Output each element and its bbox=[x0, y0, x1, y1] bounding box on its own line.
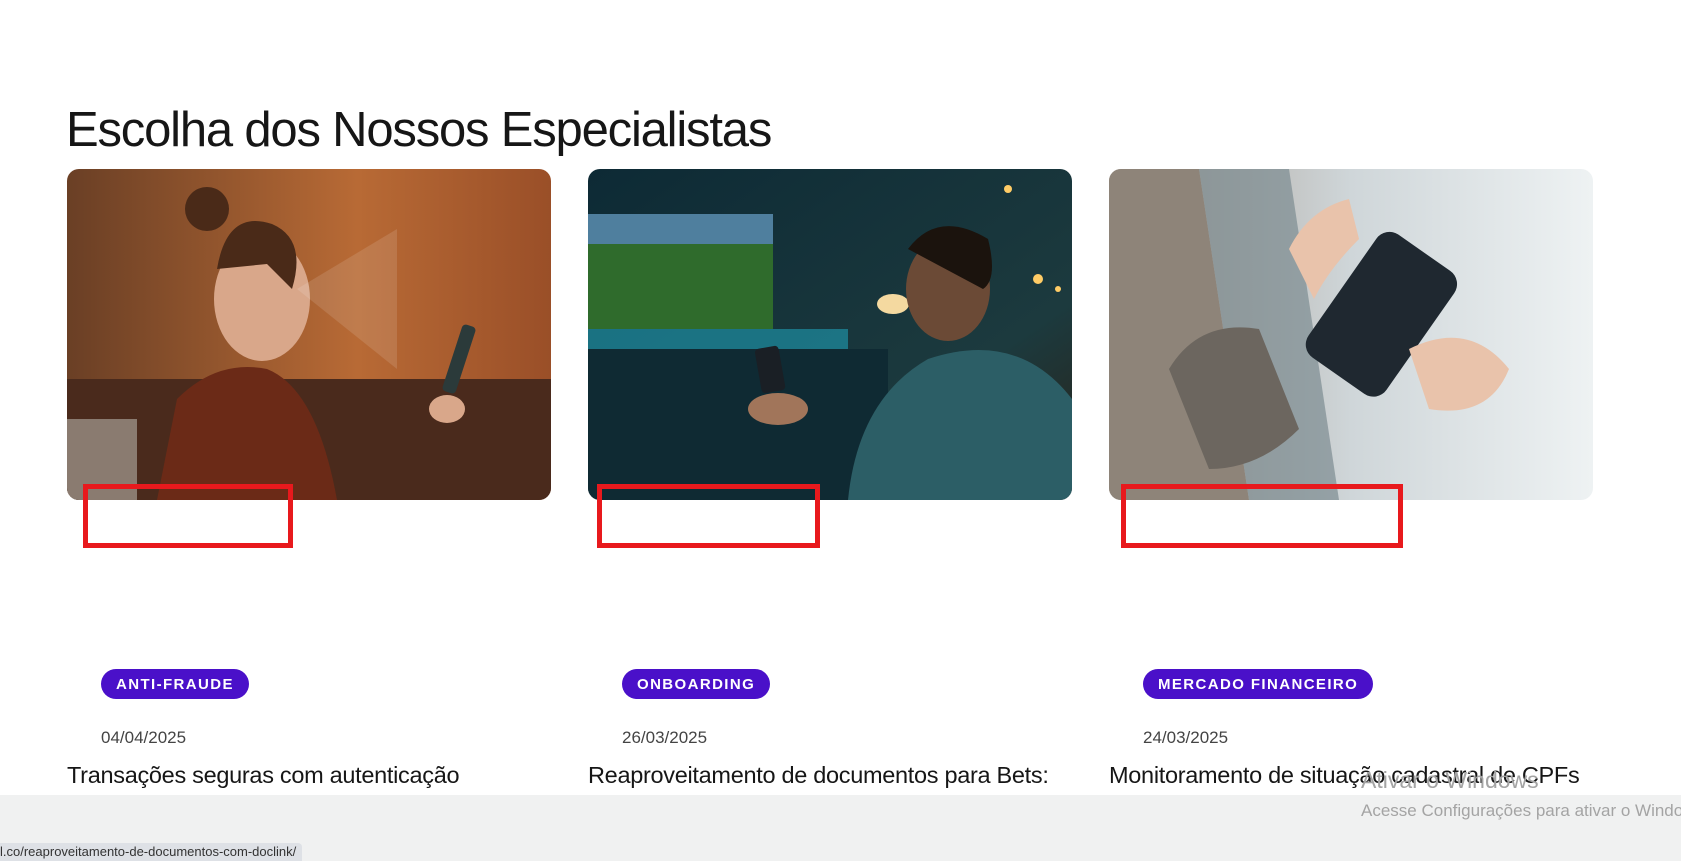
watermark-title: Ativar o Windows bbox=[1361, 767, 1539, 793]
watermark-subtitle: Acesse Configurações para ativar o Windo… bbox=[1361, 801, 1681, 820]
tag-anti-fraude[interactable]: ANTI-FRAUDE bbox=[101, 669, 249, 699]
tag-onboarding[interactable]: ONBOARDING bbox=[622, 669, 771, 699]
tag-mercado-financeiro[interactable]: MERCADO FINANCEIRO bbox=[1143, 669, 1374, 699]
article-date: 26/03/2025 bbox=[622, 728, 708, 747]
article-date: 24/03/2025 bbox=[1143, 728, 1229, 747]
section-title: Escolha dos Nossos Especialistas bbox=[66, 103, 772, 157]
article-image-3[interactable] bbox=[1109, 169, 1593, 500]
article-date: 04/04/2025 bbox=[101, 728, 187, 747]
windows-activation-watermark: Ativar o Windows Acesse Configurações pa… bbox=[1361, 767, 1681, 821]
article-image-2[interactable] bbox=[588, 169, 1072, 500]
article-image-1[interactable] bbox=[67, 169, 551, 500]
article-card-1[interactable]: ANTI-FRAUDE 04/04/2025 Transações segura… bbox=[67, 169, 551, 821]
status-bar-url: l.co/reaproveitamento-de-documentos-com-… bbox=[0, 843, 303, 861]
article-card-3[interactable]: MERCADO FINANCEIRO 24/03/2025 Monitorame… bbox=[1109, 169, 1593, 821]
article-card-2[interactable]: ONBOARDING 26/03/2025 Reaproveitamento d… bbox=[588, 169, 1072, 853]
